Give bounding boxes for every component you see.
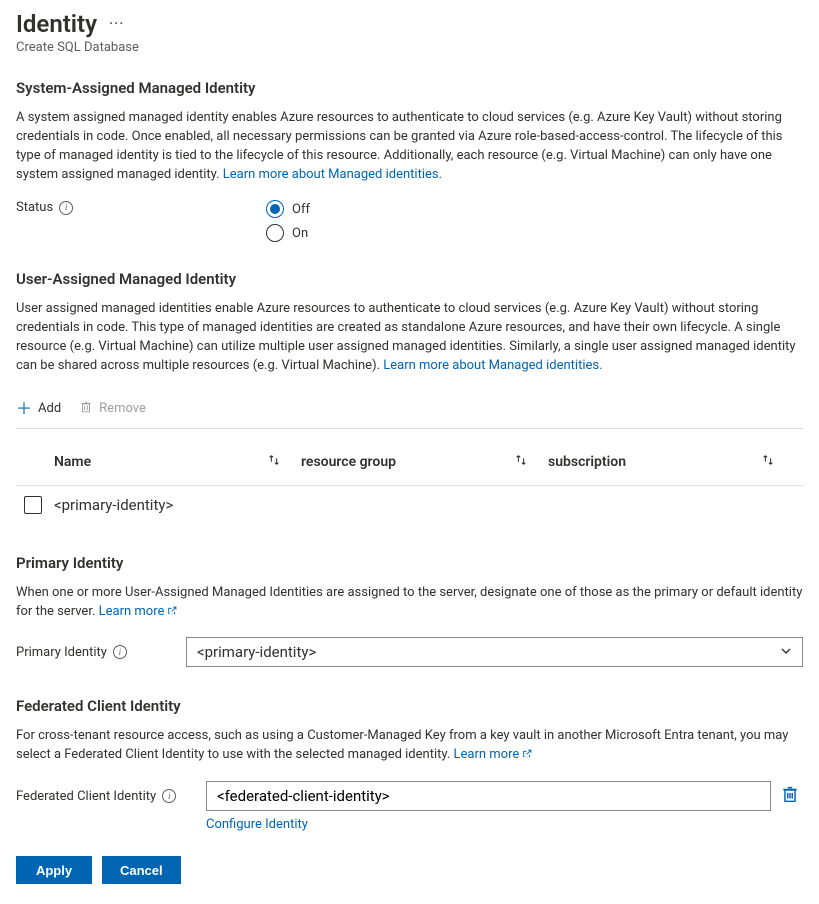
column-header-subscription[interactable]: subscription bbox=[548, 453, 795, 471]
page-subtitle: Create SQL Database bbox=[16, 40, 803, 55]
identity-toolbar: ＋ Add Remove bbox=[16, 392, 803, 429]
row-name: <primary-identity> bbox=[54, 496, 173, 514]
primary-identity-heading: Primary Identity bbox=[16, 554, 803, 572]
primary-identity-select[interactable]: <primary-identity> bbox=[186, 637, 803, 667]
trash-icon bbox=[79, 400, 93, 418]
table-row[interactable]: <primary-identity> bbox=[16, 486, 803, 524]
status-label: Status i bbox=[16, 200, 266, 215]
status-radio-group: Off On bbox=[266, 200, 310, 242]
radio-icon bbox=[266, 224, 284, 242]
row-checkbox[interactable] bbox=[24, 496, 42, 514]
user-assigned-learn-more-link[interactable]: Learn more about Managed identities. bbox=[383, 358, 602, 373]
footer-actions: Apply Cancel bbox=[16, 856, 803, 884]
column-header-name[interactable]: Name bbox=[54, 453, 301, 471]
primary-identity-description: When one or more User-Assigned Managed I… bbox=[16, 584, 803, 622]
remove-label: Remove bbox=[99, 401, 146, 416]
page-title-text: Identity bbox=[16, 10, 97, 38]
info-icon[interactable]: i bbox=[59, 201, 73, 215]
apply-button[interactable]: Apply bbox=[16, 856, 92, 884]
federated-learn-more-link[interactable]: Learn more bbox=[454, 747, 533, 762]
cancel-button[interactable]: Cancel bbox=[102, 856, 181, 884]
info-icon[interactable]: i bbox=[113, 645, 127, 659]
column-header-resource-group[interactable]: resource group bbox=[301, 453, 548, 471]
user-assigned-description: User assigned managed identities enable … bbox=[16, 300, 803, 375]
federated-client-identity-input[interactable] bbox=[206, 781, 771, 811]
remove-button[interactable]: Remove bbox=[79, 400, 146, 418]
add-button[interactable]: ＋ Add bbox=[16, 401, 61, 417]
primary-identity-label: Primary Identity i bbox=[16, 645, 186, 660]
select-value: <primary-identity> bbox=[197, 643, 316, 661]
sort-icon bbox=[267, 453, 281, 471]
primary-identity-learn-more-link[interactable]: Learn more bbox=[99, 604, 178, 619]
info-icon[interactable]: i bbox=[162, 789, 176, 803]
radio-label: Off bbox=[292, 202, 310, 217]
sort-icon bbox=[761, 453, 775, 471]
federated-heading: Federated Client Identity bbox=[16, 697, 803, 715]
federated-description: For cross-tenant resource access, such a… bbox=[16, 727, 803, 765]
system-assigned-learn-more-link[interactable]: Learn more about Managed identities. bbox=[223, 167, 442, 182]
user-assigned-heading: User-Assigned Managed Identity bbox=[16, 270, 803, 288]
identity-table-header: Name resource group subscription bbox=[16, 437, 803, 486]
page-title: Identity ··· bbox=[16, 10, 803, 38]
plus-icon: ＋ bbox=[16, 401, 32, 417]
more-options-icon[interactable]: ··· bbox=[109, 16, 124, 32]
chevron-down-icon bbox=[780, 643, 792, 661]
federated-label: Federated Client Identity i bbox=[16, 789, 206, 804]
radio-label: On bbox=[292, 226, 308, 241]
status-radio-off[interactable]: Off bbox=[266, 200, 310, 218]
system-assigned-description: A system assigned managed identity enabl… bbox=[16, 109, 803, 184]
add-label: Add bbox=[38, 401, 61, 416]
delete-icon[interactable] bbox=[781, 785, 803, 807]
configure-identity-link[interactable]: Configure Identity bbox=[206, 817, 308, 832]
sort-icon bbox=[514, 453, 528, 471]
status-radio-on[interactable]: On bbox=[266, 224, 310, 242]
system-assigned-heading: System-Assigned Managed Identity bbox=[16, 79, 803, 97]
radio-icon bbox=[266, 200, 284, 218]
